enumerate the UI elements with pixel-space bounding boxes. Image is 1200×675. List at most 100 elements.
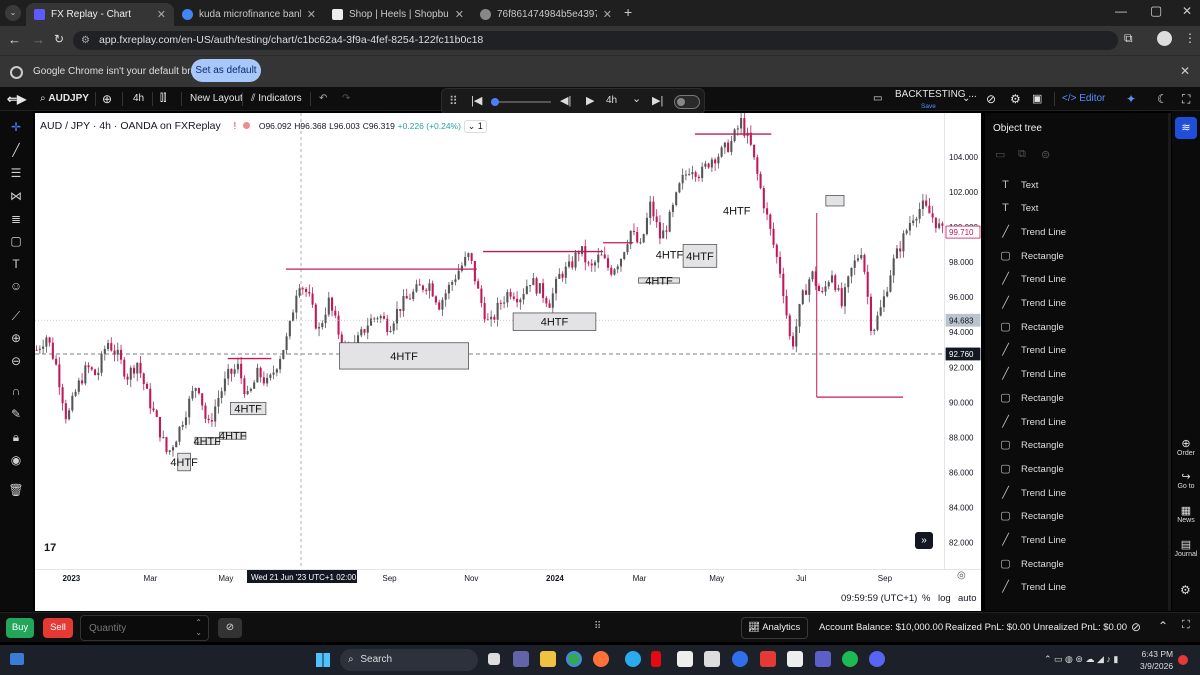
chart-canvas[interactable]: 4HTF4HTF4HTF4HTF4HTF4HTF4HTF4HTF4HTF4HTF: [35, 113, 981, 569]
replay-interval-select[interactable]: 4h: [606, 95, 617, 106]
news-button[interactable]: ▦ News: [1172, 504, 1200, 524]
journal-button[interactable]: ▤ Journal: [1172, 538, 1200, 558]
trend-line-tool-icon[interactable]: ╱: [7, 141, 25, 159]
quantity-input[interactable]: Quantity ⌃ ⌄: [80, 615, 209, 641]
panel-scrollbar[interactable]: [1168, 113, 1171, 611]
chevron-down-icon[interactable]: ⌄: [632, 92, 641, 105]
goto-button[interactable]: ↪ Go to: [1172, 470, 1200, 490]
autoplay-toggle[interactable]: [674, 95, 700, 109]
calculator-icon[interactable]: [704, 651, 720, 667]
camera-icon[interactable]: ▣: [1032, 87, 1042, 111]
maximize-icon[interactable]: ▢: [1150, 3, 1162, 19]
price-chart[interactable]: 4HTF 4HTF 4HTF 4HTF 4HTF 4HTF 4HTF 4HTF 4HTF 4HTF: [35, 113, 981, 569]
goto-realtime-button[interactable]: »: [915, 532, 933, 549]
discord-icon[interactable]: [869, 651, 885, 667]
object-tree-item[interactable]: ╱ Trend Line: [999, 412, 1066, 432]
auto-toggle[interactable]: auto: [958, 593, 977, 604]
new-tab-icon[interactable]: +: [624, 4, 632, 20]
close-icon[interactable]: ✕: [603, 8, 612, 21]
teams-icon[interactable]: [513, 651, 529, 667]
tab-menu-icon[interactable]: ⌄: [5, 5, 21, 21]
wps-icon[interactable]: [760, 651, 776, 667]
object-tree-item[interactable]: ▢ Rectangle: [999, 507, 1063, 527]
site-info-icon[interactable]: ⚙: [81, 31, 90, 50]
chevron-down-icon[interactable]: ⌄: [962, 87, 970, 111]
object-tree-item[interactable]: ╱ Trend Line: [999, 365, 1066, 385]
object-tree-item[interactable]: T Text: [999, 199, 1038, 219]
tab-kuda[interactable]: kuda microfinance bank - Goo ✕: [174, 3, 324, 26]
clone-icon[interactable]: ⧉: [1018, 148, 1026, 161]
close-icon[interactable]: ✕: [157, 8, 166, 21]
indicators-button[interactable]: ⫽ Indicators: [251, 87, 302, 111]
minimize-icon[interactable]: —: [1115, 4, 1127, 18]
order-button[interactable]: ⊕ Order: [1172, 437, 1200, 457]
log-toggle[interactable]: log: [938, 593, 951, 604]
task-view-icon[interactable]: [488, 653, 500, 665]
replay-progress-slider[interactable]: [491, 98, 551, 106]
crosshair-icon[interactable]: ✛: [7, 118, 25, 136]
undo-icon[interactable]: ↶: [319, 87, 327, 111]
object-tree-item[interactable]: ╱ Trend Line: [999, 294, 1066, 314]
layers-icon[interactable]: ⊜: [1041, 148, 1050, 161]
back-icon[interactable]: ←: [8, 32, 21, 47]
fib-tool-icon[interactable]: ≣: [7, 210, 25, 228]
firefox-icon[interactable]: [593, 651, 609, 667]
symbol-search-button[interactable]: ⌕ AUDJPY: [40, 87, 89, 111]
tab-fx-replay[interactable]: FX Replay - Chart ✕: [26, 3, 174, 26]
candle-type-icon[interactable]: ⫿⫿: [160, 87, 166, 111]
object-tree-item[interactable]: ╱ Trend Line: [999, 222, 1066, 242]
drag-handle-icon[interactable]: ⠿: [449, 94, 458, 108]
utc-clock[interactable]: 09:59:59 (UTC+1): [841, 593, 917, 604]
object-tree-item[interactable]: ▢ Rectangle: [999, 317, 1063, 337]
object-tree-item[interactable]: ▢ Rectangle: [999, 388, 1063, 408]
drag-panel-icon[interactable]: ⠿: [594, 621, 601, 632]
time-axis-settings-icon[interactable]: ◎: [957, 570, 966, 581]
taskbar-search[interactable]: ⌕ Search: [340, 649, 478, 671]
magnet-icon[interactable]: ∩: [7, 382, 25, 400]
slider-knob[interactable]: [491, 98, 499, 106]
lock-icon[interactable]: 🔒︎: [7, 428, 25, 446]
spotify-icon[interactable]: [842, 651, 858, 667]
play-icon[interactable]: ▶: [586, 94, 594, 107]
settings-icon[interactable]: ⚙: [1010, 87, 1021, 111]
add-symbol-icon[interactable]: ⊕: [102, 87, 112, 111]
taskbar-clock[interactable]: 6:43 PM 3/9/2026: [1140, 648, 1173, 672]
object-tree-item[interactable]: ▢ Rectangle: [999, 246, 1063, 266]
zoom-in-icon[interactable]: ⊕: [7, 329, 25, 347]
price-axis[interactable]: 104.000102.000100.00098.00096.00094.0009…: [944, 113, 981, 569]
extensions-icon[interactable]: ⧉: [1124, 31, 1133, 46]
buy-button[interactable]: Buy: [6, 618, 34, 638]
object-tree-item[interactable]: ╱ Trend Line: [999, 531, 1066, 551]
redo-icon[interactable]: ↷: [342, 87, 350, 111]
object-tree-item[interactable]: ╱ Trend Line: [999, 341, 1066, 361]
theme-moon-icon[interactable]: ☾: [1157, 87, 1168, 111]
interval-button[interactable]: 4h: [133, 87, 144, 111]
eye-icon[interactable]: ◉: [7, 451, 25, 469]
new-layout-button[interactable]: New Layout: [190, 87, 243, 111]
drawing-rectangle[interactable]: [825, 195, 845, 207]
object-tree-item[interactable]: ▢ Rectangle: [999, 459, 1063, 479]
set-as-default-button[interactable]: Set as default: [191, 59, 261, 82]
maximize-panel-icon[interactable]: ⛶: [1182, 619, 1190, 632]
zoom-out-icon[interactable]: ⊖: [7, 352, 25, 370]
drawing-text-label[interactable]: 4HTF: [656, 250, 684, 262]
tab-hash[interactable]: 76f861474984b5e4397765f1fa5 ✕: [472, 3, 620, 26]
infobar-close-icon[interactable]: ✕: [1180, 64, 1190, 78]
notion-icon[interactable]: [787, 651, 803, 667]
zoom-tool-icon[interactable]: ⊘: [986, 87, 996, 111]
drawing-text-label[interactable]: 4HTF: [723, 206, 751, 218]
netflix-icon[interactable]: [651, 651, 661, 667]
fx-replay-logo-icon[interactable]: ⇐▶: [7, 87, 26, 111]
time-axis[interactable]: 2023 Mar May Sep Nov 2024 Mar May Jul Sep Wed 21 J…: [35, 569, 981, 584]
close-icon[interactable]: ✕: [307, 8, 316, 21]
ruler-tool-icon[interactable]: ⟋: [7, 307, 25, 325]
step-back-icon[interactable]: ◀|: [560, 94, 571, 107]
tab-shop[interactable]: Shop | Heels | Shopbudgetshoe ✕: [324, 3, 472, 26]
rectangle-tool-icon[interactable]: ▢: [7, 232, 25, 250]
hide-pnl-icon[interactable]: ⊘: [1131, 620, 1141, 634]
reload-icon[interactable]: ↻: [54, 32, 64, 46]
close-icon[interactable]: ✕: [455, 8, 464, 21]
collapse-panel-icon[interactable]: ⌃: [1158, 619, 1168, 633]
window-close-icon[interactable]: ✕: [1182, 4, 1192, 18]
editor-button[interactable]: </> Editor: [1062, 87, 1105, 111]
